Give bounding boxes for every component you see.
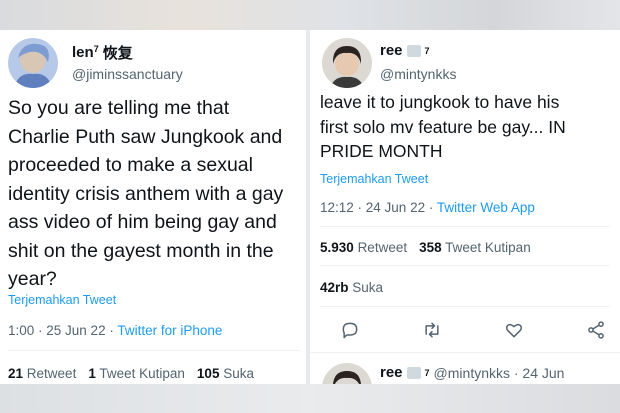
source-app-link[interactable]: Twitter for iPhone — [117, 323, 222, 338]
tweet-card-right: ree 7 @mintynkks leave it to jungkook to… — [310, 30, 620, 384]
tweet-stats: 5.930 Retweet 358 Tweet Kutipan — [320, 240, 531, 255]
divider — [320, 226, 610, 227]
divider — [320, 265, 610, 266]
name-superscript: 7 — [424, 367, 430, 378]
author-handle[interactable]: @mintynkks — [380, 66, 456, 82]
reply-display-name[interactable]: ree — [380, 364, 403, 381]
translate-tweet-link[interactable]: Terjemahkan Tweet — [8, 293, 116, 307]
tweet-text-line: So you are telling me that — [8, 97, 230, 119]
blurred-background-bottom — [0, 384, 620, 413]
tweet-text-line: leave it to jungkook to have his — [320, 92, 560, 112]
divider — [320, 306, 610, 307]
reply-author-row[interactable]: ree 7 @mintynkks · 24 Jun — [380, 364, 564, 381]
avatar-image — [322, 363, 372, 384]
tweet-meta: 12:12 · 24 Jun 22 · Twitter Web App — [320, 200, 535, 215]
display-name[interactable]: ree — [380, 42, 403, 59]
reply-icon[interactable] — [340, 320, 360, 340]
avatar-image — [8, 38, 58, 88]
likes-stat[interactable]: 42rb Suka — [320, 280, 383, 295]
translate-tweet-link[interactable]: Terjemahkan Tweet — [320, 172, 428, 186]
avatar[interactable] — [322, 38, 372, 88]
author-handle[interactable]: @jiminssanctuary — [72, 66, 183, 82]
avatar[interactable] — [8, 38, 58, 88]
source-app-link[interactable]: Twitter Web App — [437, 200, 535, 215]
display-name[interactable]: len7 — [72, 44, 99, 61]
timestamp[interactable]: 12:12 · 24 Jun 22 · — [320, 200, 437, 215]
tweet-text-line: ass video of him being gay and — [8, 211, 277, 233]
retweet-icon[interactable] — [422, 320, 442, 340]
author-name-row[interactable]: ree 7 — [380, 42, 430, 59]
blurred-background-top — [0, 0, 620, 30]
tweet-text-line: shit on the gayest month in the — [8, 239, 274, 262]
divider — [8, 350, 300, 351]
tweet-text-line: identity crisis anthem with a gay — [8, 182, 284, 205]
reply-avatar[interactable] — [322, 363, 372, 384]
author-name-row[interactable]: len7 恢复 — [72, 42, 133, 63]
tweet-text-line: PRIDE MONTH — [320, 141, 443, 161]
likes-stats-row: 42rb Suka — [320, 280, 383, 295]
quotes-stat[interactable]: 1 Tweet Kutipan — [88, 366, 185, 381]
tweet-text-line: proceeded to make a sexual — [8, 154, 253, 176]
retweets-stat[interactable]: 21 Retweet — [8, 366, 76, 381]
tweet-text-line: first solo mv feature be gay... IN — [320, 116, 566, 137]
tweet-text-line: year? — [8, 268, 57, 290]
tweet-text-line: Charlie Puth saw Jungkook and — [8, 125, 283, 148]
avatar-image — [322, 38, 372, 88]
name-superscript: 7 — [424, 45, 430, 56]
like-icon[interactable] — [504, 320, 524, 340]
name-suffix: 恢复 — [102, 45, 133, 62]
tweet-text: leave it to jungkook to have his first s… — [320, 90, 566, 164]
share-icon[interactable] — [586, 320, 606, 340]
retweets-stat[interactable]: 5.930 Retweet — [320, 240, 407, 255]
tweet-meta: 1:00 · 25 Jun 22 · Twitter for iPhone — [8, 323, 222, 338]
timestamp[interactable]: 1:00 · 25 Jun 22 · — [8, 323, 117, 338]
tweet-text: So you are telling me that Charlie Puth … — [8, 94, 283, 294]
likes-stat[interactable]: 105 Suka — [197, 366, 254, 381]
tweet-card-left: len7 恢复 @jiminssanctuary So you are tell… — [0, 30, 306, 384]
speech-bubble-icon — [406, 366, 421, 379]
divider — [310, 352, 620, 353]
tweet-stats: 21 Retweet 1 Tweet Kutipan 105 Suka — [8, 366, 254, 381]
name-superscript: 7 — [93, 44, 99, 54]
speech-bubble-icon — [406, 44, 421, 57]
reply-handle-time[interactable]: @mintynkks · 24 Jun — [434, 365, 565, 381]
quotes-stat[interactable]: 358 Tweet Kutipan — [419, 240, 531, 255]
